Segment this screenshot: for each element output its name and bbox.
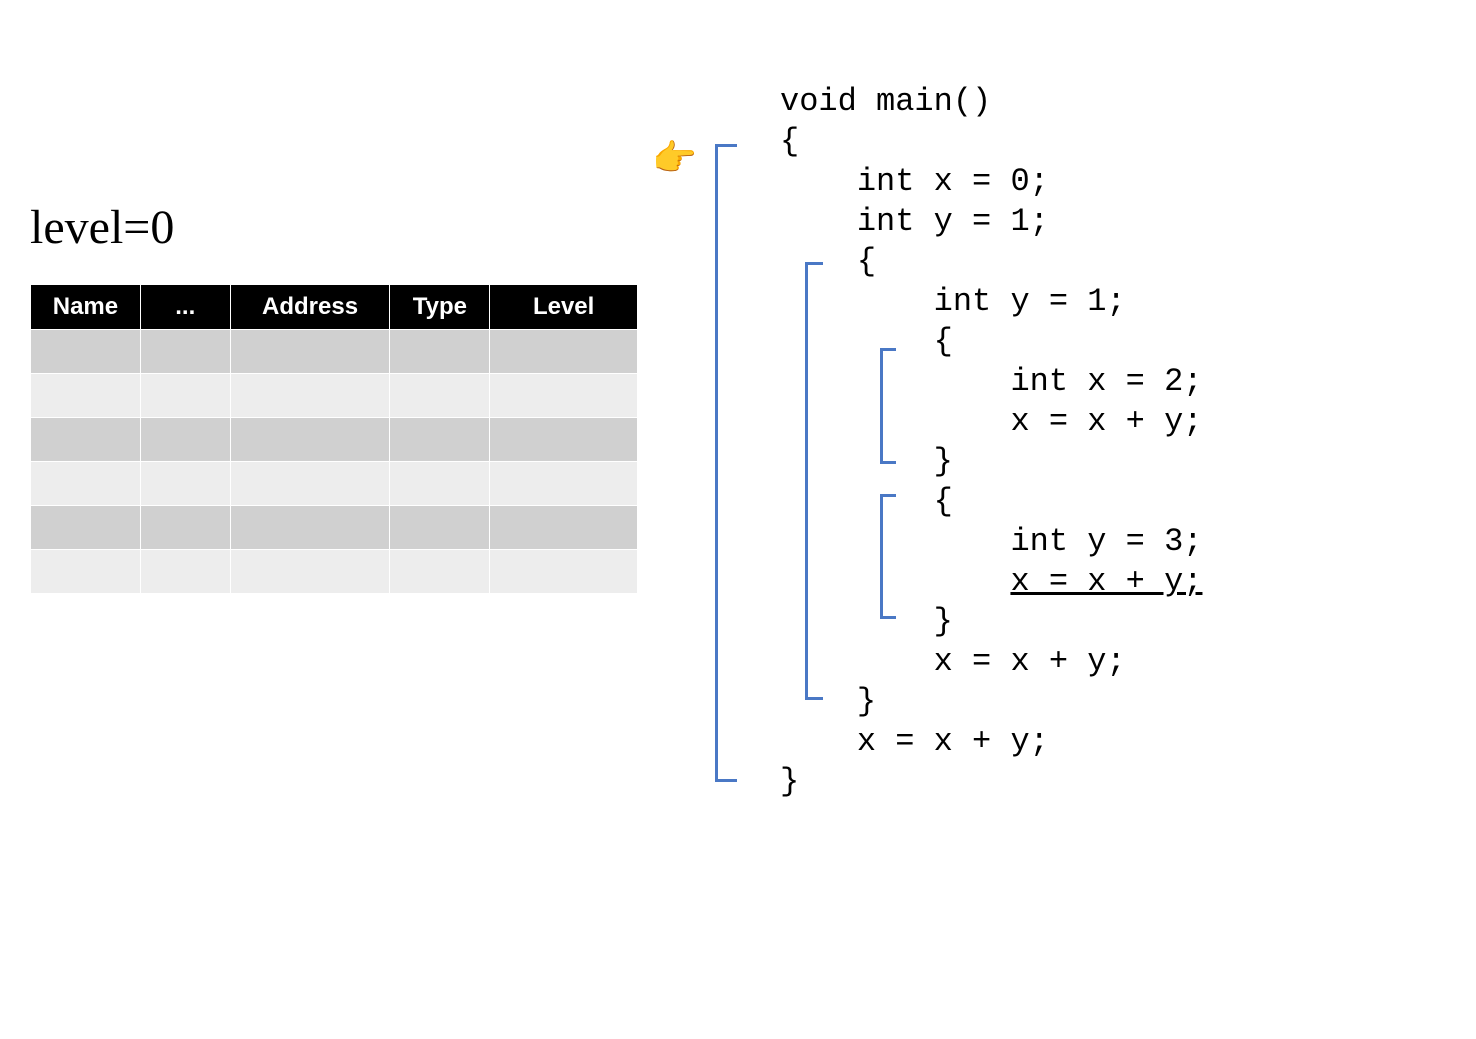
table-cell bbox=[390, 550, 490, 594]
code-line: int x = 0; bbox=[780, 162, 1202, 202]
table-cell bbox=[31, 506, 141, 550]
code-line: x = x + y; bbox=[780, 562, 1202, 602]
table-cell bbox=[140, 330, 230, 374]
code-line: } bbox=[780, 602, 1202, 642]
table-row bbox=[31, 418, 638, 462]
code-line: } bbox=[780, 442, 1202, 482]
col-type: Type bbox=[390, 285, 490, 330]
table-cell bbox=[31, 462, 141, 506]
code-line: { bbox=[780, 242, 1202, 282]
code-line: int y = 1; bbox=[780, 282, 1202, 322]
table-cell bbox=[490, 550, 638, 594]
table-row bbox=[31, 330, 638, 374]
col-address: Address bbox=[230, 285, 390, 330]
table-row bbox=[31, 506, 638, 550]
code-line: { bbox=[780, 122, 1202, 162]
table-cell bbox=[140, 550, 230, 594]
table-cell bbox=[390, 506, 490, 550]
table-row bbox=[31, 550, 638, 594]
code-line: int x = 2; bbox=[780, 362, 1202, 402]
table-cell bbox=[490, 462, 638, 506]
scope-bracket-0 bbox=[715, 144, 737, 782]
col-level: Level bbox=[490, 285, 638, 330]
code-line: } bbox=[780, 682, 1202, 722]
code-line: { bbox=[780, 482, 1202, 522]
table-cell bbox=[490, 418, 638, 462]
table-cell bbox=[31, 418, 141, 462]
code-line: void main() bbox=[780, 82, 1202, 122]
table-cell bbox=[390, 330, 490, 374]
code-line: } bbox=[780, 762, 1202, 802]
table-cell bbox=[31, 550, 141, 594]
symbol-table: Name ... Address Type Level bbox=[30, 284, 638, 594]
table-row bbox=[31, 374, 638, 418]
code-line: int y = 1; bbox=[780, 202, 1202, 242]
table-cell bbox=[31, 330, 141, 374]
table-cell bbox=[230, 418, 390, 462]
code-line: x = x + y; bbox=[780, 642, 1202, 682]
table-cell bbox=[230, 330, 390, 374]
code-line: { bbox=[780, 322, 1202, 362]
table-cell bbox=[390, 418, 490, 462]
table-header-row: Name ... Address Type Level bbox=[31, 285, 638, 330]
code-line: int y = 3; bbox=[780, 522, 1202, 562]
table-cell bbox=[140, 418, 230, 462]
table-cell bbox=[490, 374, 638, 418]
pointer-icon: 👉 bbox=[652, 137, 697, 179]
table-cell bbox=[230, 462, 390, 506]
table-cell bbox=[390, 462, 490, 506]
col-ellipsis: ... bbox=[140, 285, 230, 330]
code-line: x = x + y; bbox=[780, 402, 1202, 442]
table-cell bbox=[230, 506, 390, 550]
table-row bbox=[31, 462, 638, 506]
table-cell bbox=[230, 374, 390, 418]
table-cell bbox=[390, 374, 490, 418]
table-cell bbox=[490, 330, 638, 374]
code-line: x = x + y; bbox=[780, 722, 1202, 762]
level-label: level=0 bbox=[30, 200, 174, 255]
table-cell bbox=[140, 506, 230, 550]
table-cell bbox=[490, 506, 638, 550]
code-block: void main(){ int x = 0; int y = 1; { int… bbox=[780, 82, 1202, 802]
col-name: Name bbox=[31, 285, 141, 330]
table-cell bbox=[31, 374, 141, 418]
table-cell bbox=[140, 374, 230, 418]
table-cell bbox=[230, 550, 390, 594]
table-cell bbox=[140, 462, 230, 506]
